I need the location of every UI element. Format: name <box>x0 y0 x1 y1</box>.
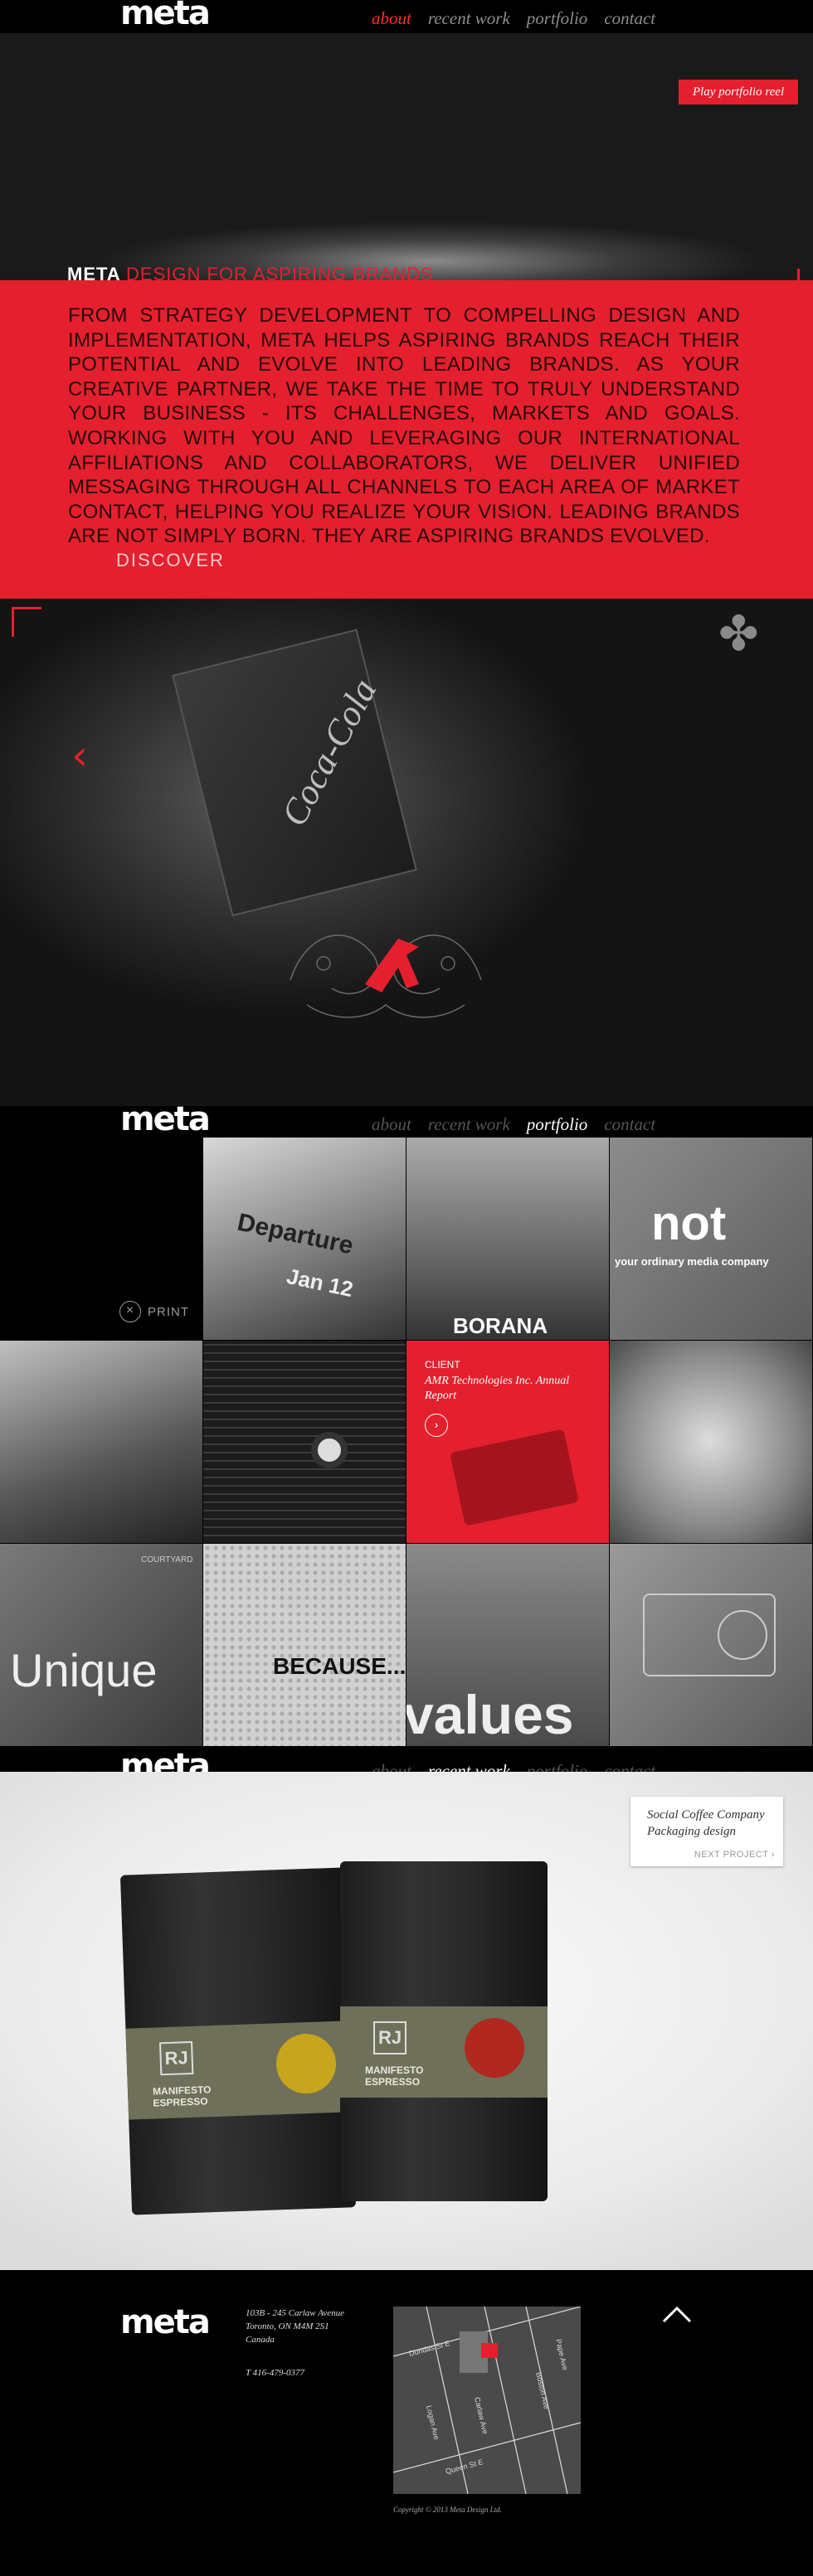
next-project-link[interactable]: NEXT PROJECT › <box>694 1850 775 1860</box>
footer-logo[interactable]: meta <box>120 2303 211 2341</box>
project-showcase: Social Coffee Company Packaging design N… <box>0 1772 813 2270</box>
portfolio-tile[interactable]: values <box>406 1544 609 1746</box>
close-icon: × <box>119 1301 141 1322</box>
tile-label: BECAUSE... <box>273 1653 406 1679</box>
client-label: CLIENT <box>425 1359 460 1370</box>
nav-about[interactable]: about <box>372 8 411 29</box>
project-card: Social Coffee Company Packaging design N… <box>630 1797 783 1866</box>
chevron-up-icon[interactable] <box>660 2302 694 2326</box>
portfolio-tile[interactable]: BECAUSE... <box>203 1544 406 1746</box>
chevron-right-icon: › <box>771 1850 775 1860</box>
tile-label: not <box>651 1196 727 1250</box>
chevron-left-icon[interactable]: ‹ <box>71 731 88 779</box>
nav-recent-work[interactable]: recent work <box>428 1114 510 1135</box>
hero-banner: Play portfolio reel <box>0 33 813 295</box>
portfolio-tile[interactable]: COURTYARD Unique <box>0 1544 202 1746</box>
logo[interactable]: meta <box>120 0 211 32</box>
discover-link[interactable]: DISCOVER <box>116 550 225 571</box>
tile-label: Departure <box>235 1208 356 1260</box>
chevron-right-icon[interactable]: › <box>425 1414 448 1437</box>
street-label: Carlaw Ave <box>473 2396 489 2434</box>
image-slider: Coca-Cola ‹ ✤ <box>0 599 813 1106</box>
portfolio-tile[interactable]: not your ordinary media company <box>610 1138 812 1340</box>
nav-portfolio[interactable]: portfolio <box>527 8 588 29</box>
portfolio-tile[interactable]: Departure Jan 12 <box>203 1138 406 1340</box>
intro-panel: From strategy development to compelling … <box>0 280 813 599</box>
location-map[interactable]: Dundas St E Carlaw Ave Logan Ave Boston … <box>393 2307 581 2494</box>
bag-label: RJ MANIFESTO ESPRESSO <box>125 2021 353 2120</box>
portfolio-tile[interactable] <box>203 1341 406 1543</box>
street-label: Pape Ave <box>554 2338 569 2371</box>
nav-contact[interactable]: contact <box>604 8 655 29</box>
tile-label: Unique <box>10 1644 158 1696</box>
address: 103B - 245 Carlaw Avenue Toronto, ON M4M… <box>246 2308 344 2345</box>
main-nav: about recent work portfolio contact <box>372 8 655 29</box>
tile-label: your ordinary media company <box>615 1255 769 1268</box>
bag-logo: RJ <box>373 2021 406 2054</box>
nav-about[interactable]: about <box>372 1114 411 1135</box>
main-nav: about recent work portfolio contact <box>372 1114 655 1135</box>
top-navbar: meta about recent work portfolio contact <box>0 0 813 33</box>
portfolio-tile[interactable] <box>0 1341 202 1543</box>
portfolio-tile[interactable] <box>610 1544 812 1746</box>
portfolio-tile[interactable]: BORANA <box>406 1138 609 1340</box>
logo[interactable]: meta <box>120 1101 211 1138</box>
filter-print-label: PRINT <box>148 1304 189 1319</box>
ornament-emblem-icon <box>290 934 482 1018</box>
phone-number: T 416-479-0377 <box>246 2368 304 2378</box>
project-title: Social Coffee Company <box>647 1808 765 1822</box>
bag-title: MANIFESTO ESPRESSO <box>365 2064 424 2088</box>
corner-bracket-icon <box>12 607 41 637</box>
bag-label: RJ MANIFESTO ESPRESSO <box>340 2006 548 2098</box>
nav-portfolio[interactable]: portfolio <box>527 1114 588 1135</box>
filter-tile: × PRINT <box>0 1138 202 1340</box>
nav-recent-work[interactable]: recent work <box>428 8 510 29</box>
map-streets: Dundas St E Carlaw Ave Logan Ave Boston … <box>393 2307 581 2494</box>
seal-icon <box>465 2018 524 2078</box>
intro-body: From strategy development to compelling … <box>68 304 740 548</box>
triskelion-icon: ✤ <box>718 607 759 661</box>
tile-label: values <box>406 1684 574 1745</box>
street-label: Queen St E <box>445 2457 484 2476</box>
footer: meta 103B - 245 Carlaw Avenue Toronto, O… <box>0 2270 813 2576</box>
coffee-bag: RJ MANIFESTO ESPRESSO <box>119 1867 357 2215</box>
portfolio-tile[interactable] <box>610 1341 812 1543</box>
copyright: Copyright © 2013 Meta Design Ltd. <box>393 2506 502 2514</box>
portfolio-grid: × PRINT Departure Jan 12 BORANA not your… <box>0 1138 813 1753</box>
street-label: Logan Ave <box>425 2404 441 2441</box>
bag-title: MANIFESTO ESPRESSO <box>152 2084 212 2109</box>
tile-label: Jan 12 <box>284 1263 356 1303</box>
client-tile[interactable]: CLIENT AMR Technologies Inc. Annual Repo… <box>406 1341 609 1543</box>
tile-label: BORANA <box>453 1313 548 1338</box>
project-subtitle: Packaging design <box>647 1825 737 1838</box>
tile-label: COURTYARD <box>141 1555 193 1565</box>
bag-logo: RJ <box>158 2040 194 2076</box>
coffee-bag: RJ MANIFESTO ESPRESSO <box>340 1861 548 2201</box>
street-label: Dundas St E <box>408 2339 450 2358</box>
seal-icon <box>275 2032 338 2095</box>
portfolio-navbar: meta about recent work portfolio contact <box>0 1101 813 1139</box>
filter-print[interactable]: × PRINT <box>119 1301 189 1322</box>
street-label: Boston Ave <box>534 2371 551 2409</box>
client-name: AMR Technologies Inc. Annual Report <box>425 1375 570 1402</box>
nav-contact[interactable]: contact <box>604 1114 655 1135</box>
play-portfolio-reel-button[interactable]: Play portfolio reel <box>679 80 798 104</box>
